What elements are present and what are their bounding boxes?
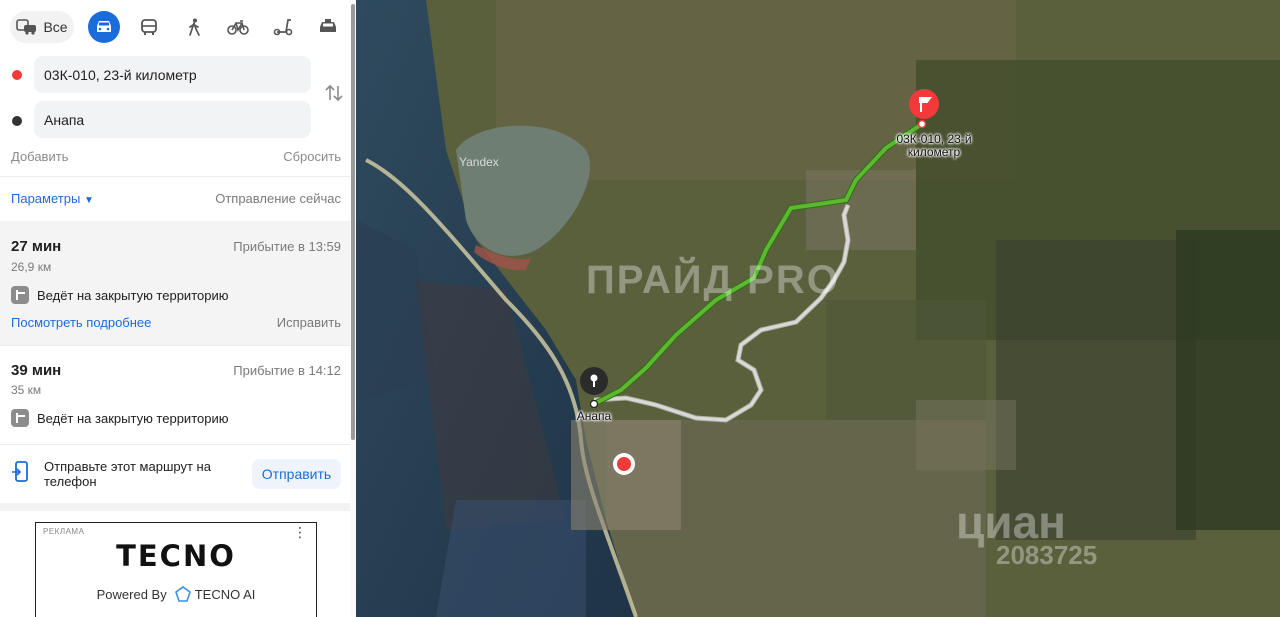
satellite-map[interactable]: ПРАЙД PRO циан 2083725 Yandex 03К-010, 2…	[356, 0, 1280, 617]
origin-input[interactable]: 03К-010, 23-й километр	[34, 56, 311, 93]
route-warning: Ведёт на закрытую территорию	[11, 409, 228, 427]
route-details-link[interactable]: Посмотреть подробнее	[11, 315, 151, 330]
ad-powered-name: TECNO AI	[194, 586, 256, 602]
yandex-label: Yandex	[459, 155, 499, 169]
destination-dot	[12, 116, 22, 126]
send-button[interactable]: Отправить	[252, 459, 341, 489]
mode-all-button[interactable]: Все	[10, 11, 74, 43]
route-warning-text: Ведёт на закрытую территорию	[37, 410, 229, 426]
walk-icon	[189, 18, 200, 36]
route-panel: Все 03К-010, 23-й километр Анапа Добавит…	[0, 0, 350, 617]
send-to-phone: Отправьте этот маршрут на телефон Отправ…	[0, 445, 350, 503]
watermark-number: 2083725	[996, 540, 1098, 570]
current-location-marker[interactable]	[612, 452, 636, 481]
params-dropdown[interactable]: Параметры ▼	[11, 191, 94, 206]
send-to-phone-text: Отправьте этот маршрут на телефон	[44, 459, 211, 489]
ad-brand-logo: TECNO	[116, 539, 236, 573]
ad-banner[interactable]: РЕКЛАМА ⋮ TECNO Powered By TECNO AI	[35, 522, 317, 617]
swap-arrows-icon	[325, 84, 343, 102]
start-pin[interactable]	[908, 88, 940, 129]
chevron-down-icon: ▼	[83, 195, 94, 206]
scooter-icon	[273, 19, 293, 36]
barrier-icon	[11, 286, 29, 304]
taxi-icon	[320, 19, 336, 32]
bicycle-icon	[227, 20, 249, 35]
car-bus-icon	[16, 19, 37, 35]
route-warning-text: Ведёт на закрытую территорию	[37, 287, 229, 303]
tecno-ai-icon	[174, 586, 191, 602]
watermark-pride: ПРАЙД PRO	[586, 258, 840, 302]
location-pin-icon	[580, 367, 608, 395]
record-dot-icon	[613, 453, 635, 475]
route-option-1[interactable]: 27 мин Прибытие в 13:59 26,9 км Ведёт на…	[0, 221, 350, 345]
mode-bus-button[interactable]	[133, 11, 165, 43]
bus-icon	[141, 19, 157, 35]
destination-pin[interactable]	[578, 366, 610, 403]
route-fix-link[interactable]: Исправить	[277, 315, 341, 330]
mode-bicycle-button[interactable]	[222, 11, 254, 43]
add-point-link[interactable]: Добавить	[11, 149, 68, 164]
departure-time[interactable]: Отправление сейчас	[215, 191, 341, 206]
route-distance: 35 км	[11, 383, 42, 397]
start-pin-label: 03К-010, 23-й километр	[896, 132, 972, 159]
sidebar-scroll-thumb[interactable]	[351, 4, 355, 440]
swap-button[interactable]	[323, 82, 345, 104]
waypoint-actions: Добавить Сбросить	[11, 149, 341, 164]
route-time: 27 мин	[11, 238, 62, 255]
car-icon	[97, 21, 111, 32]
route-arrival: Прибытие в 14:12	[233, 363, 341, 378]
flag-pin-icon	[909, 89, 939, 119]
route-time: 39 мин	[11, 362, 62, 379]
mode-all-label: Все	[43, 19, 68, 35]
barrier-icon	[11, 409, 29, 427]
mode-walk-button[interactable]	[178, 11, 210, 43]
ad-powered-prefix: Powered By	[96, 586, 167, 602]
origin-dot	[12, 70, 22, 80]
ad-label: РЕКЛАМА	[43, 527, 85, 536]
mode-taxi-button[interactable]	[312, 11, 344, 43]
route-distance: 26,9 км	[11, 260, 52, 274]
more-vertical-icon[interactable]: ⋮	[293, 525, 307, 539]
phone-icon	[12, 461, 28, 482]
ad-powered-by: Powered By TECNO AI	[36, 586, 316, 602]
divider	[0, 176, 350, 177]
route-warning: Ведёт на закрытую территорию	[11, 286, 228, 304]
destination-input[interactable]: Анапа	[34, 101, 311, 138]
params-label: Параметры	[11, 191, 81, 206]
route-arrival: Прибытие в 13:59	[233, 239, 341, 254]
mode-scooter-button[interactable]	[267, 11, 299, 43]
map-canvas	[356, 0, 1280, 617]
mode-car-button[interactable]	[88, 11, 120, 43]
section-separator	[0, 503, 350, 511]
destination-pin-label: Анапа	[576, 409, 612, 423]
transport-mode-bar: Все	[10, 11, 345, 43]
reset-link[interactable]: Сбросить	[283, 149, 341, 164]
route-option-2[interactable]: 39 мин Прибытие в 14:12 35 км Ведёт на з…	[0, 346, 350, 444]
